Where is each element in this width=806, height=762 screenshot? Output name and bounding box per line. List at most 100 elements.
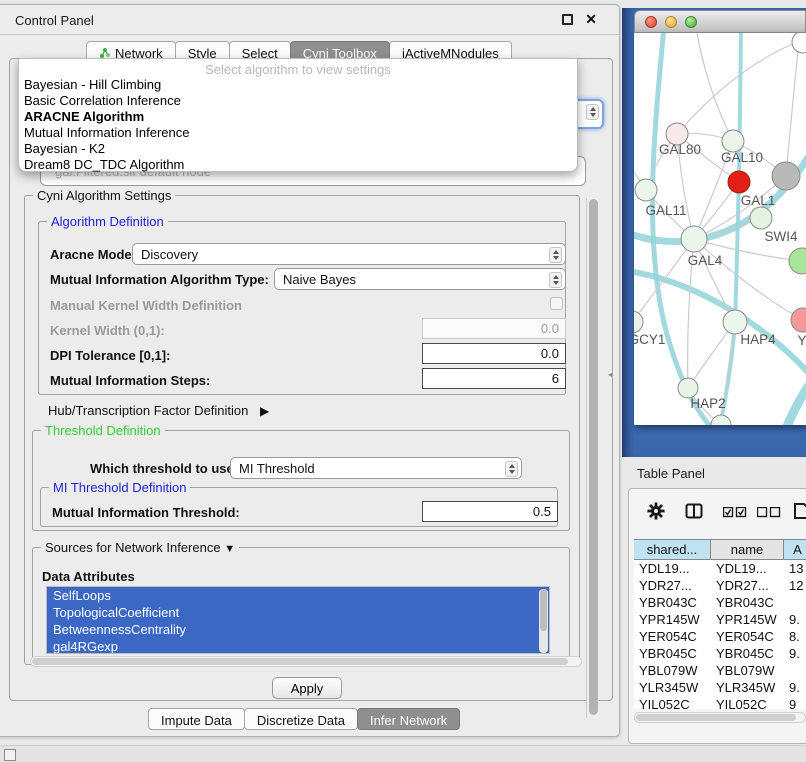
- network-node-y[interactable]: [791, 308, 806, 332]
- network-window-titlebar[interactable]: [634, 10, 806, 33]
- network-node-hap2[interactable]: [678, 378, 698, 398]
- columns-icon[interactable]: [685, 502, 703, 523]
- attribute-item-selfloops[interactable]: SelfLoops: [47, 587, 549, 604]
- table-row[interactable]: YDL19...YDL19...13: [634, 560, 806, 577]
- network-node-gal11[interactable]: [635, 179, 657, 201]
- network-node-label: SWI4: [764, 229, 797, 244]
- cyni-algorithm-settings-title: Cyni Algorithm Settings: [33, 188, 175, 203]
- network-node-label: HAP2: [690, 396, 725, 411]
- stepper-icon: [505, 461, 518, 477]
- column-header-shared[interactable]: shared...: [634, 540, 711, 559]
- splitter-handle[interactable]: ◂: [608, 370, 613, 377]
- bottom-tab-discretize-data[interactable]: Discretize Data: [244, 708, 358, 730]
- unchecked-boxes-icon[interactable]: [757, 506, 781, 521]
- settings-vertical-scrollbar[interactable]: [586, 198, 599, 718]
- mi-algorithm-type-combobox[interactable]: Naive Bayes: [274, 268, 566, 290]
- red-traffic-light[interactable]: [645, 16, 657, 28]
- network-node[interactable]: [711, 415, 731, 425]
- network-node-gal4[interactable]: [681, 226, 707, 252]
- mi-algorithm-type-label: Mutual Information Algorithm Type:: [50, 272, 269, 287]
- table-cell: 9: [784, 696, 806, 709]
- table-row[interactable]: YPR145WYPR145W9.: [634, 611, 806, 628]
- dpi-tolerance-input[interactable]: 0.0: [422, 343, 566, 364]
- dropdown-item-bayesian-k2[interactable]: Bayesian - K2: [19, 141, 577, 157]
- column-header-name[interactable]: name: [711, 540, 784, 559]
- table-cell: YBR043C: [711, 594, 784, 611]
- collapsed-panel-icon[interactable]: [4, 749, 16, 761]
- network-canvas[interactable]: GAL80GAL10GAL1GAL11SWI4GAL4GCY1HAP4YHAP2: [634, 33, 806, 425]
- table-row[interactable]: YDR27...YDR27...12: [634, 577, 806, 594]
- checked-boxes-icon[interactable]: [723, 506, 747, 521]
- sources-title: Sources for Network Inference ▼: [41, 540, 239, 555]
- table-cell: YBR045C: [711, 645, 784, 662]
- network-node[interactable]: [789, 248, 806, 274]
- column-header-a[interactable]: A: [784, 540, 806, 559]
- table-row[interactable]: YIL052CYIL052C9: [634, 696, 806, 709]
- mi-threshold-input[interactable]: 0.5: [422, 501, 558, 522]
- float-icon[interactable]: [562, 14, 573, 25]
- network-node-gal1[interactable]: [728, 171, 750, 193]
- table-panel: shared...nameA YDL19...YDL19...13YDR27..…: [628, 488, 806, 744]
- table-horizontal-scrollbar[interactable]: [634, 712, 806, 723]
- network-node[interactable]: [792, 33, 806, 53]
- attribute-item-betweennesscentrality[interactable]: BetweennessCentrality: [47, 621, 549, 638]
- mi-steps-input[interactable]: 6: [422, 368, 566, 389]
- dropdown-item-aracne-algorithm[interactable]: ARACNE Algorithm: [19, 109, 577, 125]
- bottom-tab-infer-network-label: Infer Network: [370, 713, 447, 728]
- bottom-tab-infer-network[interactable]: Infer Network: [357, 708, 460, 730]
- attribute-item-topologicalcoefficient[interactable]: TopologicalCoefficient: [47, 604, 549, 621]
- network-graph: GAL80GAL10GAL1GAL11SWI4GAL4GCY1HAP4YHAP2: [634, 33, 806, 425]
- attribute-item-gal4rgexp[interactable]: gal4RGexp: [47, 638, 549, 654]
- green-traffic-light[interactable]: [685, 16, 697, 28]
- kernel-width-label: Kernel Width (0,1):: [50, 323, 165, 338]
- dropdown-item-bayesian-hill-climbing[interactable]: Bayesian - Hill Climbing: [19, 77, 577, 93]
- table-cell: YER054C: [634, 628, 711, 645]
- dropdown-item-mutual-information-inference[interactable]: Mutual Information Inference: [19, 125, 577, 141]
- expand-right-icon[interactable]: ▶: [260, 404, 269, 418]
- table-row[interactable]: YBR045CYBR045C9.: [634, 645, 806, 662]
- network-node-swi4[interactable]: [750, 207, 772, 229]
- table-cell: YPR145W: [711, 611, 784, 628]
- table-cell: 13: [784, 560, 806, 577]
- gear-icon[interactable]: [647, 502, 665, 523]
- mi-threshold-definition-title: MI Threshold Definition: [49, 480, 190, 495]
- network-node[interactable]: [772, 162, 800, 190]
- table-cell: 9.: [784, 611, 806, 628]
- table-row[interactable]: YER054CYER054C8.: [634, 628, 806, 645]
- table-cell: YDL19...: [711, 560, 784, 577]
- network-edge: [634, 239, 694, 322]
- hub-definition-label[interactable]: Hub/Transcription Factor Definition ▶: [48, 403, 269, 418]
- dropdown-item-dream8-dc-tdc-algorithm[interactable]: Dream8 DC_TDC Algorithm: [19, 157, 577, 173]
- network-edge: [694, 239, 803, 320]
- which-threshold-combobox[interactable]: MI Threshold: [230, 457, 522, 479]
- table-row[interactable]: YBL079WYBL079W: [634, 662, 806, 679]
- manual-kernel-width-label: Manual Kernel Width Definition: [50, 298, 242, 313]
- table-panel-title: Table Panel: [637, 466, 705, 481]
- network-node-gal10[interactable]: [722, 130, 744, 152]
- list-vertical-scrollbar[interactable]: [539, 589, 548, 653]
- bottom-tab-impute-data[interactable]: Impute Data: [148, 708, 245, 730]
- table-cell: 9.: [784, 645, 806, 662]
- node-table: shared...nameA YDL19...YDL19...13YDR27..…: [634, 539, 806, 720]
- dropdown-item-basic-correlation-inference[interactable]: Basic Correlation Inference: [19, 93, 577, 109]
- manual-kernel-width-checkbox[interactable]: [550, 297, 563, 310]
- table-row[interactable]: YLR345WYLR345W9.: [634, 679, 806, 696]
- data-attributes-list[interactable]: SelfLoopsTopologicalCoefficientBetweenne…: [46, 586, 550, 654]
- settings-horizontal-scrollbar[interactable]: [30, 656, 582, 667]
- collapse-down-icon[interactable]: ▼: [224, 543, 235, 555]
- kernel-width-input[interactable]: 0.0: [422, 318, 566, 339]
- document-icon[interactable]: [793, 502, 806, 523]
- aracne-mode-combobox[interactable]: Discovery: [132, 243, 566, 265]
- yellow-traffic-light[interactable]: [665, 16, 677, 28]
- table-cell: [784, 594, 806, 611]
- network-node-gcy1[interactable]: [634, 311, 643, 333]
- sources-title-text: Sources for Network Inference: [45, 540, 221, 555]
- table-row[interactable]: YBR043CYBR043C: [634, 594, 806, 611]
- mi-threshold-label: Mutual Information Threshold:: [52, 505, 240, 520]
- table-cell: 12: [784, 577, 806, 594]
- network-node-hap4[interactable]: [723, 310, 747, 334]
- table-cell: 8.: [784, 628, 806, 645]
- close-icon[interactable]: ✕: [585, 11, 597, 28]
- stepper-icon: [549, 247, 562, 263]
- apply-button[interactable]: Apply: [272, 677, 342, 699]
